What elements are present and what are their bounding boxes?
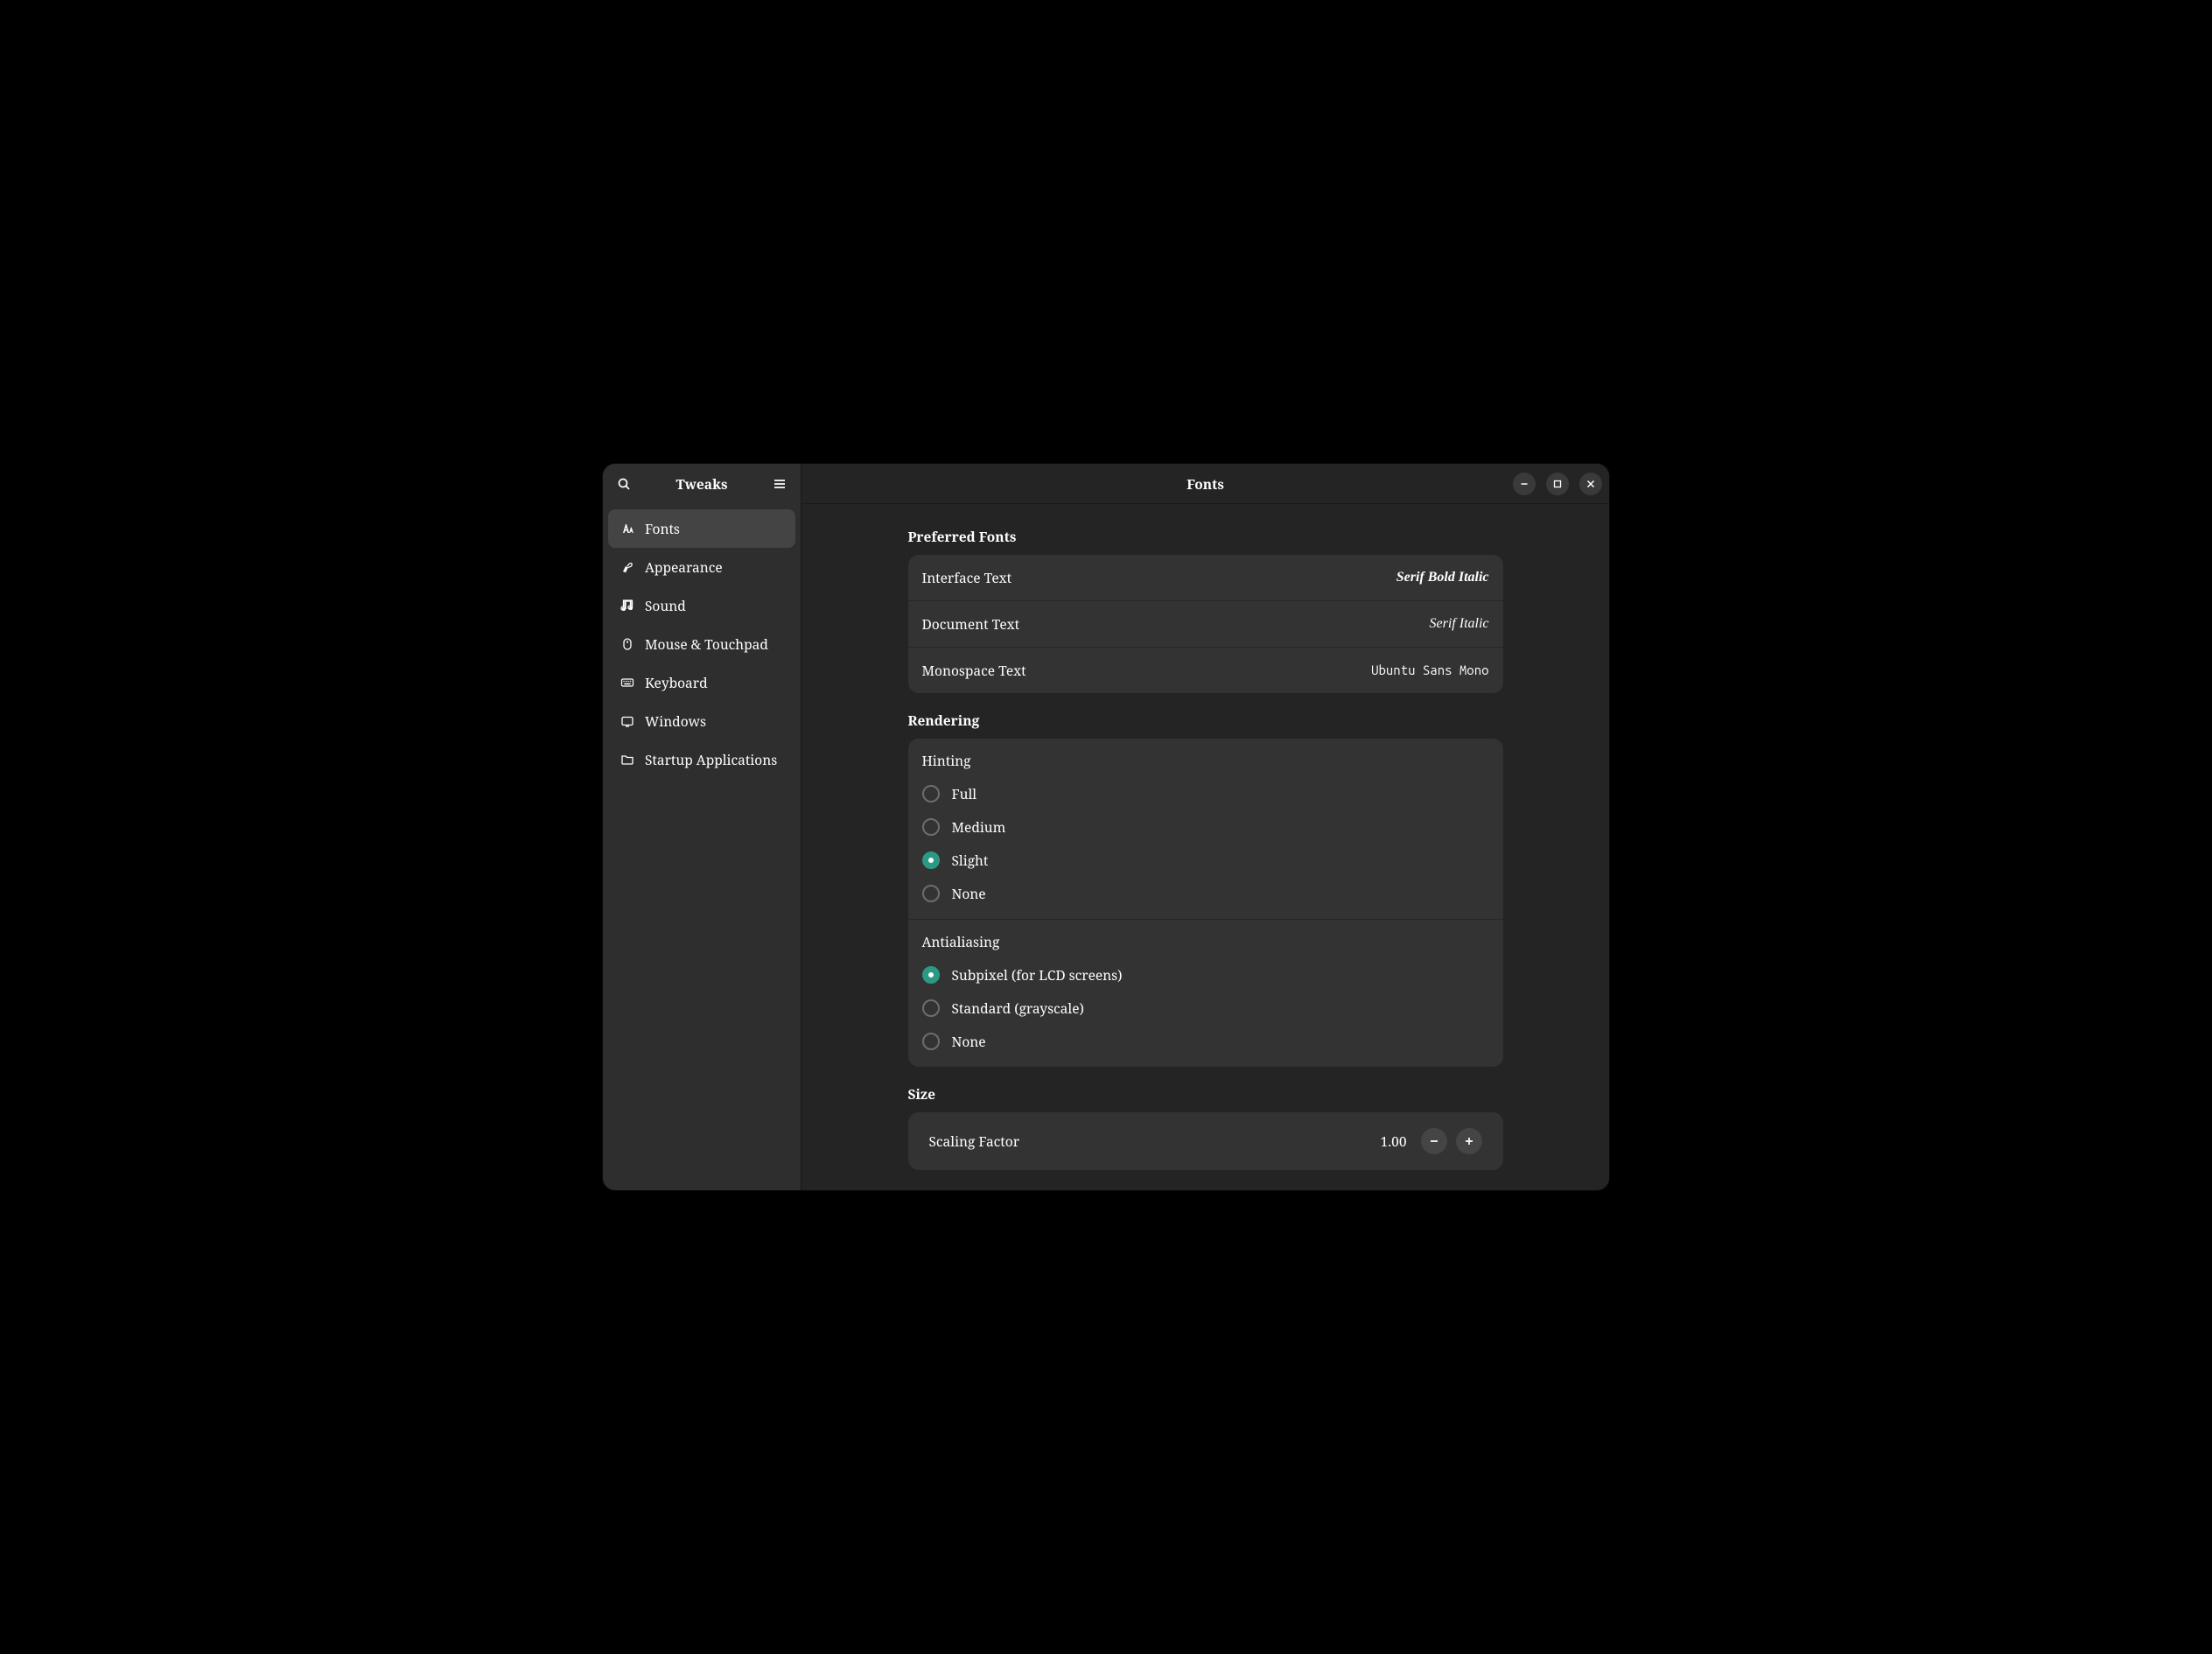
antialiasing-option-label: Standard (grayscale) (952, 999, 1084, 1018)
hinting-full-row[interactable]: Full (908, 777, 1503, 810)
windows-icon (620, 714, 634, 728)
sidebar-item-keyboard[interactable]: Keyboard (608, 663, 795, 702)
minimize-button[interactable] (1513, 473, 1536, 495)
sidebar-item-label: Startup Applications (645, 750, 777, 769)
sidebar-item-appearance[interactable]: Appearance (608, 548, 795, 586)
main-header: Fonts (802, 464, 1609, 504)
search-button[interactable] (610, 470, 638, 498)
antialiasing-heading: Antialiasing (908, 920, 1503, 958)
section-title-preferred-fonts: Preferred Fonts (908, 527, 1503, 546)
appearance-icon (620, 560, 634, 574)
interface-text-label: Interface Text (922, 568, 1012, 587)
content: Preferred Fonts Interface Text Serif Bol… (891, 527, 1521, 1170)
close-icon (1586, 480, 1595, 488)
sidebar-item-windows[interactable]: Windows (608, 702, 795, 740)
sidebar-item-fonts[interactable]: Fonts (608, 509, 795, 548)
sidebar-item-label: Sound (645, 596, 686, 615)
antialiasing-option-label: Subpixel (for LCD screens) (952, 965, 1123, 985)
scaling-factor-value[interactable]: 1.00 (1381, 1132, 1407, 1151)
hinting-section: Hinting Full Medium Slight (908, 739, 1503, 920)
main-panel: Fonts (802, 464, 1609, 1190)
sidebar: Tweaks Fonts (603, 464, 802, 1190)
mouse-icon (620, 637, 634, 651)
hinting-option-label: None (952, 884, 986, 903)
section-title-rendering: Rendering (908, 711, 1503, 730)
antialiasing-none-row[interactable]: None (908, 1025, 1503, 1058)
radio-icon (922, 818, 940, 836)
monospace-text-label: Monospace Text (922, 661, 1026, 680)
hinting-option-label: Full (952, 784, 977, 803)
sidebar-header: Tweaks (603, 464, 801, 504)
sidebar-item-label: Appearance (645, 557, 723, 577)
interface-text-row[interactable]: Interface Text Serif Bold Italic (908, 555, 1503, 601)
hinting-heading: Hinting (908, 739, 1503, 777)
radio-icon (922, 999, 940, 1017)
maximize-icon (1553, 480, 1562, 488)
scaling-decrement-button[interactable] (1421, 1128, 1447, 1154)
close-button[interactable] (1579, 473, 1602, 495)
page-title: Fonts (802, 474, 1609, 494)
search-icon (617, 477, 631, 491)
sidebar-item-sound[interactable]: Sound (608, 586, 795, 625)
sidebar-title: Tweaks (641, 474, 762, 494)
preferred-fonts-group: Interface Text Serif Bold Italic Documen… (908, 555, 1503, 693)
sidebar-item-label: Windows (645, 711, 706, 731)
antialiasing-subpixel-row[interactable]: Subpixel (for LCD screens) (908, 958, 1503, 992)
scaling-factor-controls: 1.00 (1381, 1128, 1482, 1154)
minus-icon (1429, 1136, 1439, 1146)
keyboard-icon (620, 676, 634, 690)
rendering-group: Hinting Full Medium Slight (908, 739, 1503, 1067)
antialiasing-section: Antialiasing Subpixel (for LCD screens) … (908, 920, 1503, 1067)
menu-button[interactable] (766, 470, 794, 498)
sidebar-item-label: Fonts (645, 519, 680, 538)
monospace-text-row[interactable]: Monospace Text Ubuntu Sans Mono (908, 648, 1503, 693)
sidebar-item-startup-applications[interactable]: Startup Applications (608, 740, 795, 779)
document-text-value: Serif Italic (1430, 616, 1489, 632)
maximize-button[interactable] (1546, 473, 1569, 495)
scaling-increment-button[interactable] (1456, 1128, 1482, 1154)
window: Tweaks Fonts (603, 464, 1609, 1190)
sidebar-item-label: Keyboard (645, 673, 708, 692)
monospace-text-value: Ubuntu Sans Mono (1371, 662, 1488, 678)
plus-icon (1464, 1136, 1474, 1146)
radio-icon (922, 785, 940, 802)
interface-text-value: Serif Bold Italic (1396, 570, 1489, 585)
sidebar-item-mouse-touchpad[interactable]: Mouse & Touchpad (608, 625, 795, 663)
sound-icon (620, 599, 634, 613)
document-text-label: Document Text (922, 614, 1020, 634)
hinting-option-label: Slight (952, 851, 989, 870)
content-scroll: Preferred Fonts Interface Text Serif Bol… (802, 504, 1609, 1190)
radio-icon (922, 1033, 940, 1050)
radio-checked-icon (922, 852, 940, 869)
window-controls (1513, 473, 1602, 495)
hinting-option-label: Medium (952, 817, 1006, 837)
radio-checked-icon (922, 966, 940, 984)
document-text-row[interactable]: Document Text Serif Italic (908, 601, 1503, 648)
hamburger-icon (773, 477, 787, 491)
sidebar-item-label: Mouse & Touchpad (645, 634, 768, 654)
hinting-slight-row[interactable]: Slight (908, 844, 1503, 877)
hinting-none-row[interactable]: None (908, 877, 1503, 910)
sidebar-list: Fonts Appearance (603, 504, 801, 784)
antialiasing-standard-row[interactable]: Standard (grayscale) (908, 992, 1503, 1025)
minimize-icon (1520, 480, 1529, 488)
hinting-medium-row[interactable]: Medium (908, 810, 1503, 844)
scaling-factor-label: Scaling Factor (929, 1132, 1020, 1151)
scaling-factor-row: Scaling Factor 1.00 (908, 1112, 1503, 1170)
section-title-size: Size (908, 1084, 1503, 1104)
radio-icon (922, 885, 940, 902)
fonts-icon (620, 522, 634, 536)
folder-icon (620, 753, 634, 767)
antialiasing-option-label: None (952, 1032, 986, 1051)
size-group: Scaling Factor 1.00 (908, 1112, 1503, 1170)
